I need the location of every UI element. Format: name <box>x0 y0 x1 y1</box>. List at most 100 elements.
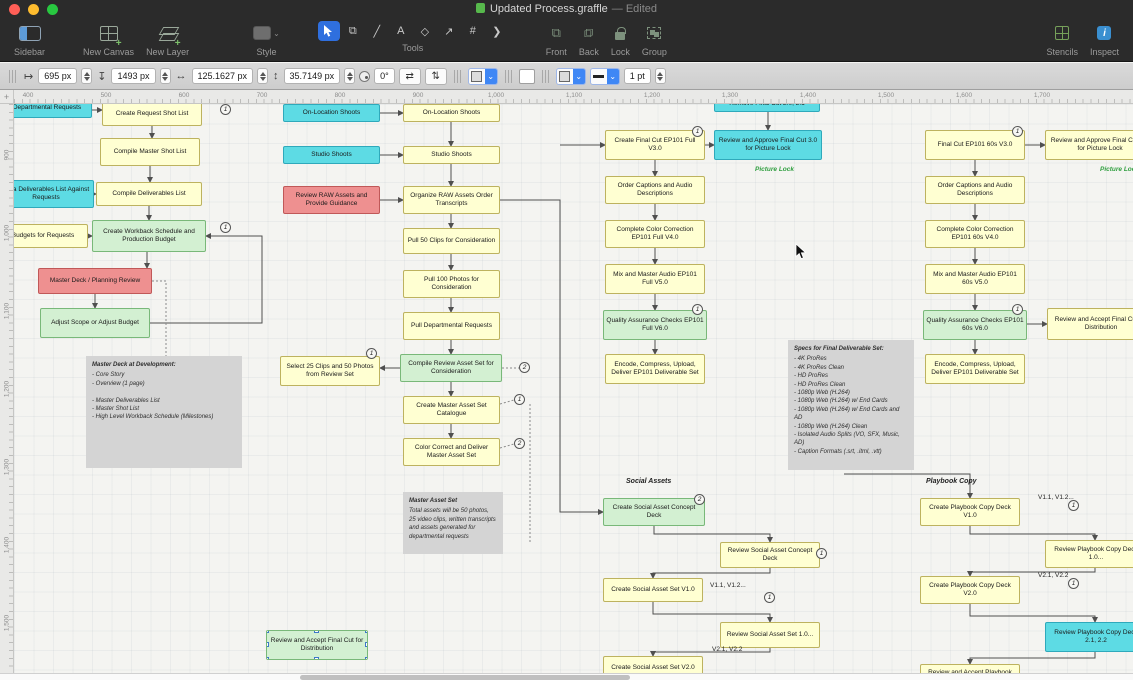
flowchart-node[interactable]: Pull 100 Photos for Consideration <box>403 270 500 298</box>
width-field[interactable]: 125.1627 px <box>192 68 254 84</box>
flowchart-node[interactable]: Create Request Shot List <box>102 104 202 126</box>
rotation-knob-icon[interactable] <box>359 71 370 82</box>
flowchart-node[interactable]: Studio Shoots <box>403 146 500 164</box>
style-button[interactable]: ⌄ Style <box>253 21 280 57</box>
flowchart-node[interactable]: Order Captions and Audio Descriptions <box>605 176 705 204</box>
flowchart-node[interactable]: Create Social Asset Concept Deck <box>603 498 705 526</box>
canvas-text-label[interactable]: V2.1, V2.2 <box>712 646 742 653</box>
step-count-badge[interactable]: 1 <box>816 548 827 559</box>
y-position-stepper[interactable] <box>160 68 171 84</box>
connector-edge[interactable] <box>500 400 514 404</box>
connector-edge[interactable] <box>500 444 514 448</box>
canvas-text-label[interactable]: Picture Lock <box>755 166 794 173</box>
flowchart-node[interactable]: Data Deliverables List Against Requests <box>14 180 94 208</box>
x-position-field[interactable]: 695 px <box>38 68 77 84</box>
flowchart-node[interactable]: Create Final Cut EP101 Full V3.0 <box>605 130 705 160</box>
flowchart-node[interactable]: Create Social Asset Set V2.0 <box>603 656 703 673</box>
flowchart-node[interactable]: Quality Assurance Checks EP101 Full V6.0 <box>603 310 707 340</box>
more-tools-button[interactable]: ❯ <box>486 21 508 41</box>
flowchart-node[interactable]: On-Location Shoots <box>403 104 500 122</box>
selection-handle[interactable] <box>314 657 319 660</box>
lock-button[interactable]: Lock <box>611 21 630 57</box>
step-count-badge[interactable]: 1 <box>220 104 231 115</box>
flowchart-node[interactable]: Create Workback Schedule and Production … <box>92 220 206 252</box>
flowchart-node[interactable]: Budgets for Requests <box>14 224 88 248</box>
flip-horizontal-button[interactable]: ⇄ <box>399 68 421 85</box>
flowchart-node[interactable]: Review Social Asset Set 1.0... <box>720 622 820 648</box>
flowchart-node[interactable]: Create Playbook Copy Deck V2.0 <box>920 576 1020 604</box>
step-count-badge[interactable]: 1 <box>1012 304 1023 315</box>
canvas-text-label[interactable]: V1.1, V1.2... <box>1038 494 1074 501</box>
flowchart-node[interactable]: Remove Final Cut 2.0, 2.1 <box>714 104 820 112</box>
flowchart-node[interactable]: Quality Assurance Checks EP101 60s V6.0 <box>923 310 1027 340</box>
step-count-badge[interactable]: 1 <box>692 304 703 315</box>
flowchart-node[interactable]: Order Captions and Audio Descriptions <box>925 176 1025 204</box>
flowchart-node[interactable]: Complete Color Correction EP101 60s V4.0 <box>925 220 1025 248</box>
y-position-field[interactable]: 1493 px <box>111 68 155 84</box>
step-count-badge[interactable]: 1 <box>692 126 703 137</box>
flowchart-node[interactable]: Select 25 Clips and 50 Photos from Revie… <box>280 356 380 386</box>
flowchart-node[interactable]: Mix and Master Audio EP101 Full V5.0 <box>605 264 705 294</box>
text-tool-button[interactable]: A <box>390 21 412 41</box>
flowchart-node[interactable]: Compile Deliverables List <box>96 182 202 206</box>
horizontal-scrollbar-thumb[interactable] <box>300 675 630 680</box>
flowchart-node[interactable]: Color Correct and Deliver Master Asset S… <box>403 438 500 466</box>
ruler-vertical[interactable]: 9001,0001,1001,2001,3001,4001,500 <box>0 104 14 673</box>
line-weight-field[interactable]: 1 pt <box>624 68 651 84</box>
new-canvas-button[interactable]: + New Canvas <box>83 21 134 57</box>
flowchart-node[interactable]: Mix and Master Audio EP101 60s V5.0 <box>925 264 1025 294</box>
flowchart-node[interactable]: Review Playbook Copy Deck 1.0... <box>1045 540 1133 568</box>
width-stepper[interactable] <box>257 68 268 84</box>
connector-edge[interactable] <box>653 602 770 622</box>
send-back-button[interactable]: ⧉ Back <box>579 21 599 57</box>
flowchart-node[interactable]: Review and Accept Final Cut for Distribu… <box>1047 308 1133 340</box>
step-count-badge[interactable]: 2 <box>519 362 530 373</box>
flowchart-node[interactable]: Encode, Compress, Upload, Deliver EP101 … <box>925 354 1025 384</box>
canvas-text-label[interactable]: Playbook Copy <box>926 478 977 485</box>
ruler-horizontal[interactable]: 4005006007008009001,0001,1001,2001,3001,… <box>14 90 1133 104</box>
canvas-text-label[interactable]: Social Assets <box>626 478 671 485</box>
connector-edge[interactable] <box>970 652 1095 664</box>
line-weight-stepper[interactable] <box>655 68 666 84</box>
annotation-note[interactable]: Specs for Final Deliverable Set:- 4K Pro… <box>788 340 914 470</box>
line-tool-button[interactable]: ╱ <box>366 21 388 41</box>
flowchart-node[interactable]: Review and Approve Final Cut 3.0 for Pic… <box>714 130 822 160</box>
line-weight-dropdown[interactable]: ⌄ <box>590 68 620 85</box>
shape-tool-button[interactable]: ⧉ <box>342 21 364 41</box>
flowchart-node[interactable]: Review and Accept Final Cut for Distribu… <box>266 630 368 660</box>
canvas-text-label[interactable]: V2.1, V2.2 <box>1038 572 1068 579</box>
flowchart-node[interactable]: Pull 50 Clips for Consideration <box>403 228 500 254</box>
connector-edge[interactable] <box>970 604 1095 622</box>
new-layer-button[interactable]: + New Layer <box>146 21 189 57</box>
flowchart-node[interactable]: Complete Color Correction EP101 Full V4.… <box>605 220 705 248</box>
select-tool-button[interactable] <box>318 21 340 41</box>
inspect-button[interactable]: i Inspect <box>1090 21 1119 57</box>
connector-edge[interactable] <box>654 526 770 542</box>
flowchart-node[interactable]: Organize RAW Assets Order Transcripts <box>403 186 500 214</box>
x-position-stepper[interactable] <box>81 68 92 84</box>
flowchart-node[interactable]: Final Cut EP101 60s V3.0 <box>925 130 1025 160</box>
annotation-note[interactable]: Master Deck at Development:- Core Story-… <box>86 356 242 468</box>
group-button[interactable]: Group <box>642 21 667 57</box>
step-count-badge[interactable]: 1 <box>366 348 377 359</box>
height-field[interactable]: 35.7149 px <box>284 68 341 84</box>
selection-handle[interactable] <box>365 630 368 633</box>
sidebar-button[interactable]: Sidebar <box>14 21 45 57</box>
connector-edge[interactable] <box>970 568 1095 576</box>
step-count-badge[interactable]: 1 <box>514 394 525 405</box>
flowchart-node[interactable]: On-Location Shoots <box>283 104 380 122</box>
flowchart-node[interactable]: Encode, Compress, Upload, Deliver EP101 … <box>605 354 705 384</box>
flowchart-node[interactable]: Review Social Asset Concept Deck <box>720 542 820 568</box>
selection-handle[interactable] <box>266 657 269 660</box>
polygon-tool-button[interactable]: ◇ <box>414 21 436 41</box>
connector-edge[interactable] <box>970 526 1095 540</box>
flowchart-node[interactable]: Master Deck / Planning Review <box>38 268 152 294</box>
connector-tool-button[interactable]: ↗ <box>438 21 460 41</box>
canvas-text-label[interactable]: Picture Lock <box>1100 166 1133 173</box>
step-count-badge[interactable]: 2 <box>694 494 705 505</box>
flowchart-node[interactable]: Review RAW Assets and Provide Guidance <box>283 186 380 214</box>
rotation-field[interactable]: 0° <box>374 68 395 84</box>
step-count-badge[interactable]: 1 <box>220 222 231 233</box>
flowchart-node[interactable]: Review and Accept Playbook <box>920 664 1020 673</box>
flowchart-node[interactable]: Create Playbook Copy Deck V1.0 <box>920 498 1020 526</box>
